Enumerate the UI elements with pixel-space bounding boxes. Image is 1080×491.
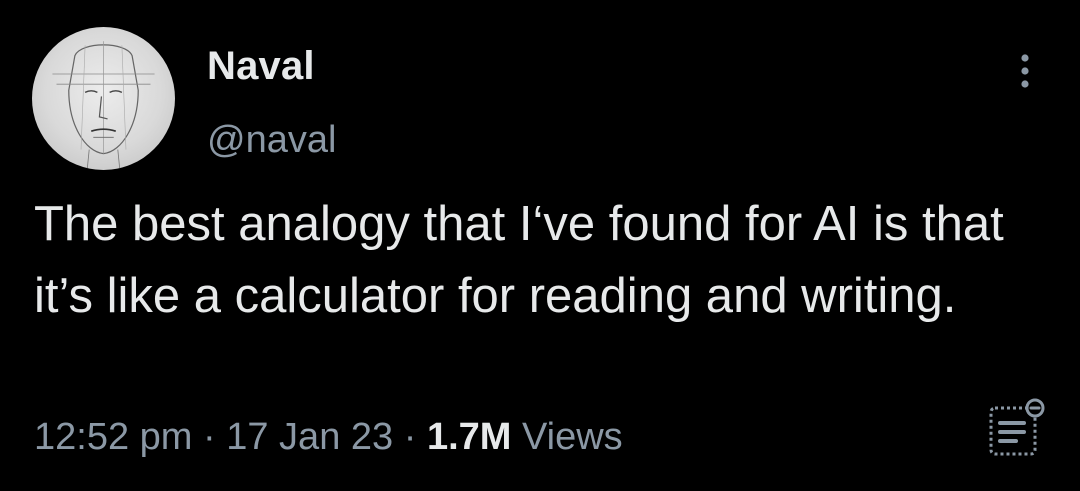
view-analytics-icon — [989, 398, 1045, 456]
tweet-meta: 12:52 pm · 17 Jan 23 · 1.7M Views — [34, 416, 623, 459]
more-options-button[interactable] — [1004, 50, 1046, 92]
sketched-face-icon — [52, 41, 155, 170]
tweet-card: Naval @naval The best analogy that I‘ve … — [0, 0, 1080, 491]
more-vertical-icon — [1021, 54, 1029, 88]
user-handle[interactable]: @naval — [207, 119, 336, 162]
tweet-text: The best analogy that I‘ve found for AI … — [34, 197, 1004, 323]
avatar[interactable] — [32, 27, 175, 170]
meta-separator: · — [203, 416, 227, 458]
tweet-time[interactable]: 12:52 pm — [34, 416, 192, 458]
display-name[interactable]: Naval — [207, 44, 315, 89]
meta-separator: · — [403, 416, 427, 458]
views-label: Views — [521, 416, 623, 458]
views-count: 1.7M — [426, 416, 512, 458]
tweet-date[interactable]: 17 Jan 23 — [226, 416, 393, 458]
view-analytics-button[interactable] — [984, 396, 1050, 462]
